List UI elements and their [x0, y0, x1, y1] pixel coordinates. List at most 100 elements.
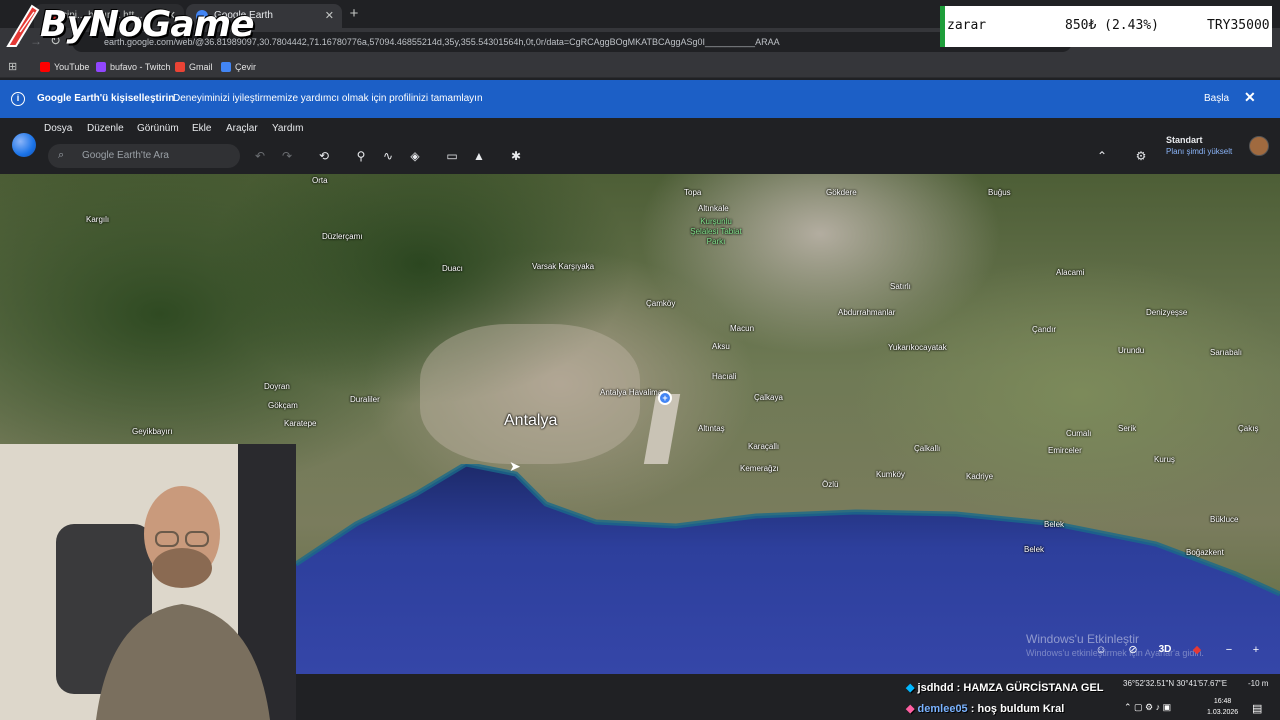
view-mode-button[interactable]: 3D [1155, 641, 1175, 659]
menu-view[interactable]: Görünüm [137, 123, 179, 134]
place-label[interactable]: Çandır [1032, 325, 1056, 334]
banner-start-button[interactable]: Başla [1204, 93, 1229, 104]
menu-file[interactable]: Dosya [44, 123, 72, 134]
youtube-icon [40, 62, 50, 72]
place-label[interactable]: Kadriye [966, 472, 993, 481]
place-label[interactable]: Abdurrahmanlar [838, 308, 895, 317]
bookmark-gmail[interactable]: Gmail [175, 60, 213, 74]
place-label[interactable]: Geyikbayırı [132, 427, 172, 436]
banner-title: Google Earth'ü kişiselleştirin [37, 93, 175, 104]
place-label[interactable]: Urundu [1118, 346, 1144, 355]
image-overlay-icon[interactable]: ▲ [471, 148, 487, 164]
gmail-icon [175, 62, 185, 72]
place-label[interactable]: Orta [312, 176, 328, 185]
place-label[interactable]: Gökdere [826, 188, 857, 197]
place-label[interactable]: Denizyeşse [1146, 308, 1187, 317]
menu-edit[interactable]: Düzenle [87, 123, 124, 134]
place-label[interactable]: Özlü [822, 480, 838, 489]
place-label[interactable]: Kemerağzı [740, 464, 779, 473]
place-label[interactable]: Çamköy [646, 299, 675, 308]
place-label[interactable]: Boğazkent [1186, 548, 1224, 557]
bookmark-youtube[interactable]: YouTube [40, 60, 89, 74]
place-label[interactable]: Altıntaş [698, 424, 725, 433]
search-placeholder: Google Earth'te Ara [82, 150, 169, 161]
ruler-icon[interactable]: ▭ [444, 148, 460, 164]
place-label[interactable]: Cumalı [1066, 429, 1091, 438]
gear-icon[interactable]: ⚙ [1133, 148, 1149, 164]
layers-icon[interactable]: ◈ [407, 148, 423, 164]
undo-icon[interactable]: ↶ [252, 148, 268, 164]
park-label[interactable]: Kurşunlu Şelalesi Tabiat Parkı [688, 217, 744, 247]
place-label[interactable]: Düzlerçamı [322, 232, 362, 241]
place-label[interactable]: Kuruş [1154, 455, 1175, 464]
place-label[interactable]: Kargılı [86, 215, 109, 224]
settings-tool-icon[interactable]: ✱ [508, 148, 524, 164]
close-icon[interactable]: ✕ [325, 4, 334, 28]
place-label[interactable]: Belek [1024, 545, 1044, 554]
menu-tools[interactable]: Araçlar [226, 123, 258, 134]
pegman-icon[interactable]: ☺ [1091, 641, 1111, 659]
apps-grid-icon[interactable]: ⊞ [8, 60, 17, 73]
clock-time: 16:48 [1213, 698, 1232, 705]
plan-upgrade-link[interactable]: Planı şimdi yükselt [1166, 147, 1232, 156]
place-label[interactable]: Gökçam [268, 401, 298, 410]
stock-total: TRY35000 [1207, 18, 1270, 33]
zoom-in-button[interactable]: + [1246, 641, 1266, 659]
place-label[interactable]: Hacıali [712, 372, 736, 381]
place-label[interactable]: Aksu [712, 342, 730, 351]
zoom-out-button[interactable]: − [1219, 641, 1239, 659]
place-label[interactable]: Topa [684, 188, 701, 197]
history-icon[interactable]: ⟲ [316, 148, 332, 164]
place-label[interactable]: Varsak Karşıyaka [532, 262, 594, 271]
place-label[interactable]: Karatepe [284, 419, 316, 428]
place-label[interactable]: Doyran [264, 382, 290, 391]
path-icon[interactable]: ∿ [380, 148, 396, 164]
place-label[interactable]: Serik [1118, 424, 1136, 433]
place-label[interactable]: Duraliler [350, 395, 380, 404]
webcam-feed [0, 444, 296, 720]
chat-text: HAMZA GÜRCİSTANA GEL [963, 682, 1104, 694]
place-label[interactable]: Emirceler [1048, 446, 1082, 455]
place-label[interactable]: Macun [730, 324, 754, 333]
bookmark-translate[interactable]: Çevir [221, 60, 256, 74]
avatar[interactable] [1249, 136, 1269, 156]
info-icon: i [11, 92, 25, 106]
place-label[interactable]: Belek [1044, 520, 1064, 529]
no-tilt-icon[interactable]: ⊘ [1123, 641, 1143, 659]
place-label[interactable]: Sarıabalı [1210, 348, 1242, 357]
place-label[interactable]: Alacami [1056, 268, 1084, 277]
redo-icon[interactable]: ↷ [279, 148, 295, 164]
place-label[interactable]: Çalkallı [914, 444, 940, 453]
place-label[interactable]: Çakış [1238, 424, 1258, 433]
place-label[interactable]: Altınkale [698, 204, 729, 213]
menu-help[interactable]: Yardım [272, 123, 304, 134]
place-label[interactable]: Bükluce [1210, 515, 1238, 524]
place-label[interactable]: Buğus [988, 188, 1011, 197]
notification-icon[interactable]: ▤ [1252, 702, 1262, 715]
place-label[interactable]: Duacı [442, 264, 463, 273]
new-tab-button[interactable]: + [346, 4, 362, 24]
place-label[interactable]: Satırlı [890, 282, 911, 291]
place-label[interactable]: Yukarıkocayatak [888, 343, 947, 352]
place-label[interactable]: Çalkaya [754, 393, 783, 402]
placemark-icon[interactable]: ⚲ [353, 148, 369, 164]
clock[interactable]: 16:48 1.03.2026 [1207, 696, 1238, 718]
bookmark-twitch[interactable]: bufavo - Twitch [96, 60, 170, 74]
menu-add[interactable]: Ekle [192, 123, 211, 134]
stock-widget: zarar 850₺ (2.43%) TRY35000 [940, 6, 1272, 47]
earth-globe-icon[interactable] [12, 133, 36, 157]
compass-icon[interactable]: ◆ [1187, 641, 1207, 659]
place-label[interactable]: Karaçallı [748, 442, 779, 451]
logo-text: ByNoGame [40, 4, 255, 45]
stock-status: zarar [947, 18, 987, 33]
airport-pin-icon[interactable]: + [658, 391, 672, 405]
chevron-up-icon[interactable]: ⌃ [1094, 148, 1110, 164]
tray-icons[interactable]: ⌃ ▢ ⚙ ♪ ▣ [1124, 702, 1171, 713]
chat-user: jsdhdd [917, 682, 954, 694]
airport-label[interactable]: Antalya Havalimanı [600, 388, 669, 398]
chat-text: hoş buldum Kral [977, 703, 1065, 715]
city-label[interactable]: Antalya [504, 412, 557, 430]
place-label[interactable]: Kumköy [876, 470, 905, 479]
close-icon[interactable]: ✕ [1244, 89, 1256, 106]
chat-message-1: ◆ jsdhdd : HAMZA GÜRCİSTANA GEL [906, 682, 1104, 694]
